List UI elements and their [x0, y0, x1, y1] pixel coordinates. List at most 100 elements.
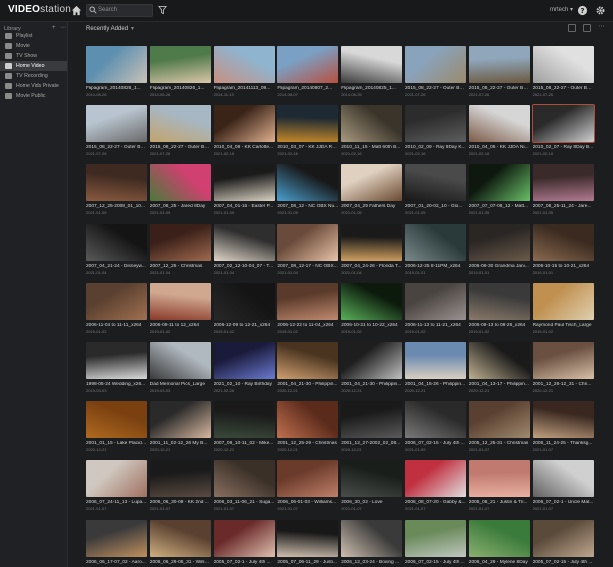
video-thumbnail[interactable]: [86, 519, 147, 557]
video-title[interactable]: 2001_11_02-12_26 My B...: [150, 441, 211, 446]
video-title[interactable]: 2007_08_12-17 - NC OBX...: [277, 264, 338, 269]
video-title[interactable]: 2001_04_13-17 - Philippin...: [469, 382, 530, 387]
sidebar-item-tv-show[interactable]: TV Show: [0, 51, 67, 61]
video-title[interactable]: 2006-09-11 to 12_x264: [150, 323, 211, 328]
video-title[interactable]: 2007_08_25-11_24 - Jare...: [533, 204, 594, 209]
video-tile[interactable]: 2010_04_08 - KK Carlotte... 2021-02-16: [213, 105, 275, 156]
video-tile[interactable]: 2006-10-21 to 10-22_x264 2019-01-02: [341, 282, 403, 334]
video-title[interactable]: 2005_12_25-31 - Christmas: [469, 441, 530, 446]
video-thumbnail[interactable]: [149, 282, 211, 320]
video-thumbnail[interactable]: [532, 401, 594, 439]
video-tile[interactable]: 2006_11_24-25 - Thanksg... 2021-01-07: [532, 401, 594, 452]
video-tile[interactable]: 2006_07_02-15 - July 4th ... 2021-01-09: [405, 401, 466, 452]
video-tile[interactable]: 2001_11_02-12_26 My B... 2020-12-21: [149, 401, 211, 452]
video-tile[interactable]: 2005_07_06-11_29 - Justi...2021-01-07: [277, 519, 339, 567]
video-thumbnail[interactable]: [277, 282, 339, 320]
video-title[interactable]: 2006_06_29-06_31 - Willia...: [150, 560, 211, 565]
video-title[interactable]: 2007_04_24-26 - Florida T...: [341, 264, 402, 269]
video-title[interactable]: 2007_08_25 - Jared 8Day: [150, 204, 211, 209]
video-title[interactable]: 2006_30_02 - Love: [341, 500, 402, 505]
video-thumbnail[interactable]: [341, 46, 403, 83]
video-title[interactable]: 2010_03_07 - KK JJDA Re...: [277, 145, 338, 150]
video-thumbnail[interactable]: [86, 282, 147, 320]
video-tile[interactable]: 2006_06-01-03 - Williams... 2021-01-07: [277, 460, 339, 511]
video-tile[interactable]: 2006_03_11-06_21 - Suga... 2021-01-07: [213, 460, 275, 511]
video-thumbnail[interactable]: [532, 164, 594, 202]
video-thumbnail[interactable]: [149, 105, 211, 143]
video-title[interactable]: 2006-11-13 to 11-21_x264: [405, 323, 466, 328]
video-tile[interactable]: 2005_12_25-31 - Christmas 2021-01-07: [468, 401, 530, 452]
video-tile[interactable]: 2021_02_10 - Ray Birthday 2021-02-26: [213, 342, 275, 393]
sidebar-item-movie-public[interactable]: Movie Public: [0, 91, 67, 101]
video-tile[interactable]: 2006-12-09 to 12-21_x264 2019-01-02: [213, 282, 275, 334]
video-thumbnail[interactable]: [532, 460, 594, 498]
video-thumbnail[interactable]: [532, 282, 594, 320]
video-thumbnail[interactable]: [532, 519, 594, 557]
video-tile[interactable]: 2006_06_29-06_31 - Willia...2021-01-07: [149, 519, 211, 567]
video-thumbnail[interactable]: [468, 282, 530, 320]
video-thumbnail[interactable]: [341, 164, 403, 202]
video-title[interactable]: 2001_01_15 - Lake Placid ...: [86, 441, 147, 446]
video-thumbnail[interactable]: [341, 342, 403, 379]
video-title[interactable]: 2015_08_22-27 - Outer Ba...: [86, 145, 147, 150]
video-tile[interactable]: 2007_08_25 - Jared 8Day 2021-01-05: [149, 164, 211, 215]
filter-icon[interactable]: [158, 5, 167, 15]
video-tile[interactable]: 2015_08_22-27 - Outer Ba... 2021-07-26: [468, 46, 530, 97]
video-thumbnail[interactable]: [405, 282, 466, 320]
video-title[interactable]: 2001_12_25-29 - Christmas: [277, 441, 338, 446]
video-thumbnail[interactable]: [468, 105, 530, 143]
video-thumbnail[interactable]: [468, 342, 530, 379]
video-tile[interactable]: 2007_08_12 - NC OBX Nu... 2021-01-05: [277, 164, 339, 215]
video-tile[interactable]: 2010_03_07 - KK JJDA Re... 2021-02-16: [277, 105, 339, 156]
video-tile[interactable]: 2015_08_22-27 - Outer Ba... 2021-07-26: [86, 105, 147, 156]
video-tile[interactable]: 2006_07_02-1 - Uncle Mat... 2021-01-07: [532, 460, 594, 511]
video-title[interactable]: 2015_08_22-27 - Outer Ba...: [405, 86, 466, 91]
video-thumbnail[interactable]: [532, 223, 594, 261]
video-thumbnail[interactable]: [213, 342, 275, 379]
video-tile[interactable]: Raymond Paul Tisch_Large 2019-01-02: [532, 282, 594, 334]
video-title[interactable]: 2010_02_07 - Ray 8Day B...: [533, 145, 594, 150]
video-tile[interactable]: 2006-09-11 to 12_x264 2019-01-02: [149, 282, 211, 334]
video-tile[interactable]: Flipagram_20140826_1... 2014-08-26: [149, 46, 211, 97]
video-tile[interactable]: 2001_04_21-30 - Philippin... 2020-12-21: [277, 342, 339, 393]
video-thumbnail[interactable]: [341, 105, 403, 143]
video-thumbnail[interactable]: [341, 401, 403, 439]
video-title[interactable]: 2005_06_21 - Justin & Tri...: [469, 500, 530, 505]
video-tile[interactable]: 2007_04_29 Fathers Day 2021-01-05: [341, 164, 403, 215]
video-thumbnail[interactable]: [277, 223, 339, 261]
video-tile[interactable]: 2010_11_15 - Matt 60th B... 2021-02-16: [341, 105, 403, 156]
video-tile[interactable]: Dad Memorial Pics_Large 2019-03-03: [149, 342, 211, 393]
video-title[interactable]: 2006_06_30-08 - KK 2nd ...: [150, 500, 211, 505]
sidebar-item-movie[interactable]: Movie: [0, 41, 67, 51]
video-thumbnail[interactable]: [468, 401, 530, 439]
home-icon[interactable]: [71, 5, 82, 16]
video-thumbnail[interactable]: [405, 164, 466, 202]
video-tile[interactable]: 2007_02_12-10-04_07 - Tele... 2021-01-04: [213, 223, 275, 275]
help-icon[interactable]: ?: [577, 5, 588, 16]
video-tile[interactable]: 2001_01_15 - Lake Placid ... 2020-12-21: [86, 401, 147, 452]
video-title[interactable]: 2010_04_08 - KK Carlotte...: [214, 145, 275, 150]
video-tile[interactable]: 2006_06_17-07_02 - Aaro...2021-01-07: [86, 519, 147, 567]
video-tile[interactable]: 2001_04_21-30 - Philippin... 2020-12-21: [341, 342, 403, 393]
video-thumbnail[interactable]: [149, 223, 211, 261]
video-thumbnail[interactable]: [213, 105, 275, 143]
video-title[interactable]: 2007_04_21-24 - Disneyw...: [86, 264, 147, 269]
video-title[interactable]: 2005_07_06-11_29 - Justi...: [277, 560, 338, 565]
video-thumbnail[interactable]: [213, 401, 275, 439]
video-title[interactable]: 2001_12_26-12_31 - Chri...: [533, 382, 594, 387]
video-thumbnail[interactable]: [86, 46, 147, 83]
user-menu[interactable]: mrtech ▾: [550, 6, 573, 13]
video-title[interactable]: 2006-12-25 8-11PM_x264: [405, 264, 466, 269]
video-tile[interactable]: 2006_30_02 - Love 2021-01-07: [341, 460, 403, 511]
video-title[interactable]: Dad Memorial Pics_Large: [150, 382, 211, 387]
video-thumbnail[interactable]: [86, 164, 147, 202]
video-thumbnail[interactable]: [532, 342, 594, 379]
video-tile[interactable]: 2007_08_25-11_24 - Jare... 2021-01-05: [532, 164, 594, 215]
video-title[interactable]: 2006_11_24-25 - Thanksg...: [533, 441, 594, 446]
video-thumbnail[interactable]: [213, 46, 275, 83]
video-title[interactable]: 2007_12_25-2008_01_10...: [86, 204, 147, 209]
video-tile[interactable]: 2007_12_25-2008_01_10... 2021-01-05: [86, 164, 147, 215]
video-thumbnail[interactable]: [213, 460, 275, 498]
video-title[interactable]: 2007_04_29 Fathers Day: [341, 204, 402, 209]
sidebar-item-tv-recording[interactable]: TV Recording: [0, 71, 67, 81]
